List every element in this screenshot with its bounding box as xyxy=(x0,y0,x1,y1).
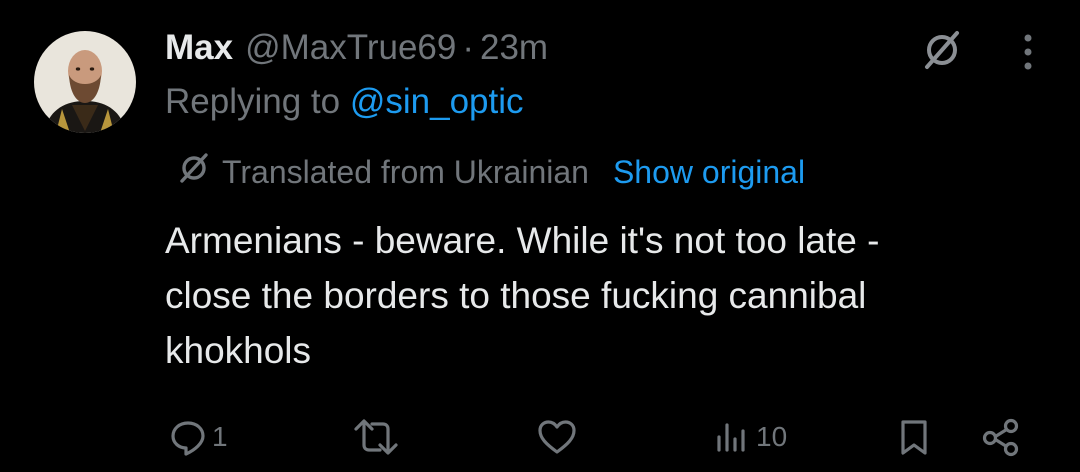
user-handle[interactable]: @MaxTrue69 xyxy=(245,28,456,68)
tweet-header: Max @MaxTrue69 · 23m xyxy=(165,24,548,72)
bookmark-button[interactable] xyxy=(894,410,934,464)
tweet-body: Armenians - beware. While it's not too l… xyxy=(165,213,1045,378)
tweet[interactable]: Max @MaxTrue69 · 23m Replying to @sin_op… xyxy=(0,0,1080,472)
like-button[interactable] xyxy=(536,410,582,464)
translate-icon[interactable] xyxy=(916,24,968,76)
translation-row: Translated from Ukrainian Show original xyxy=(176,150,805,194)
translated-from-label: Translated from Ukrainian xyxy=(222,153,589,190)
tweet-text-line: close the borders to those fucking canni… xyxy=(165,275,867,316)
views-button[interactable]: 10 xyxy=(712,410,787,464)
replying-to-line: Replying to @sin_optic xyxy=(165,82,524,122)
tweet-text-line: khokhols xyxy=(165,330,312,371)
views-icon xyxy=(712,417,752,457)
share-button[interactable] xyxy=(980,410,1022,464)
share-icon xyxy=(980,417,1022,457)
reply-button[interactable]: 1 xyxy=(168,410,228,464)
translate-small-icon xyxy=(176,150,212,194)
separator-dot: · xyxy=(462,28,474,67)
show-original-link[interactable]: Show original xyxy=(613,154,805,191)
display-name[interactable]: Max xyxy=(165,28,233,68)
reply-count: 1 xyxy=(212,421,228,452)
more-dots-icon[interactable] xyxy=(1006,26,1050,78)
repost-button[interactable] xyxy=(352,410,404,464)
views-count: 10 xyxy=(756,421,788,452)
replying-handle-link[interactable]: @sin_optic xyxy=(350,82,524,121)
repost-icon xyxy=(352,417,400,457)
timestamp[interactable]: 23m xyxy=(480,28,548,68)
reply-icon xyxy=(168,417,208,457)
bookmark-icon xyxy=(894,417,934,457)
tweet-text-line: Armenians - beware. While it's not too l… xyxy=(165,220,880,261)
heart-icon xyxy=(536,417,578,457)
replying-prefix: Replying to xyxy=(165,82,350,121)
avatar[interactable] xyxy=(34,31,136,133)
action-bar: 1 10 xyxy=(0,410,1080,464)
